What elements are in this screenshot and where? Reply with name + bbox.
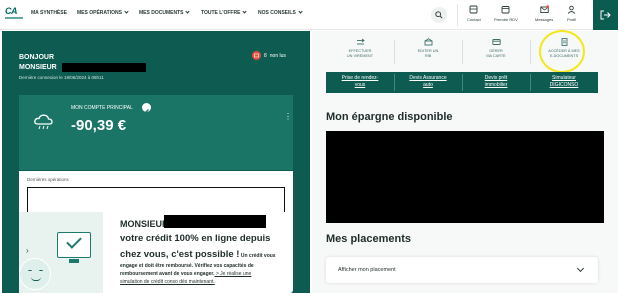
- divider: [457, 4, 458, 26]
- menu-item-operations[interactable]: MES OPÉRATIONS: [77, 9, 129, 16]
- redacted-name: [62, 63, 146, 72]
- redacted-name: [164, 215, 266, 228]
- logout-icon: [600, 10, 611, 20]
- left-panel: BONJOUR MONSIEUR Dernière connexion le 1…: [2, 31, 310, 293]
- promo-line-3: engage et doit être remboursé. Vérifiez …: [120, 263, 254, 269]
- chevron-down-icon: [576, 264, 585, 273]
- operations-title: Dernières opérations: [27, 177, 69, 182]
- transfer-icon: [356, 38, 365, 45]
- rib-action[interactable]: EDITER UN RIB: [394, 34, 462, 70]
- menu-item-conseils[interactable]: NOS CONSEILS: [258, 9, 303, 16]
- chevron-right-icon[interactable]: ›: [26, 246, 29, 255]
- top-navigation: CA MA SYNTHÈSE MES OPÉRATIONS MES DOCUME…: [0, 0, 618, 30]
- notification-icon: [252, 51, 261, 60]
- monitor-check-icon: [57, 232, 91, 258]
- promo-line-5[interactable]: simulation de crédit conso dès maintenan…: [120, 279, 215, 285]
- card-action[interactable]: GÉRER MA CARTE: [462, 34, 530, 70]
- menu-item-offre[interactable]: TOUTE L'OFFRE: [201, 9, 248, 16]
- credit-agricole-logo[interactable]: CA: [5, 6, 23, 19]
- last-connection: Dernière connexion le 19/06/2024 à 06h11: [19, 75, 104, 80]
- weather-cloud-icon: [34, 114, 53, 130]
- savings-content-redacted: [326, 131, 604, 223]
- promo-line-4: remboursement avant de vous engager. > J…: [120, 271, 252, 277]
- menu-item-documents[interactable]: MES DOCUMENTS: [139, 9, 191, 16]
- rdv-button[interactable]: Prendre RDV: [494, 5, 518, 22]
- menu-item-synthese[interactable]: MA SYNTHÈSE: [31, 10, 67, 16]
- account-balance: -90,39 €: [71, 117, 127, 134]
- search-icon: [435, 11, 443, 19]
- quick-links-bar: Prise de rendez-vous Devis Assurance auto…: [326, 72, 598, 93]
- link-devis-auto[interactable]: Devis Assurance auto: [394, 75, 462, 89]
- unread-count: 8: [264, 52, 267, 59]
- card-icon: [491, 39, 501, 45]
- promo-title: MONSIEUR: [120, 219, 169, 229]
- edit-icon[interactable]: [142, 103, 151, 114]
- show-placement-label: Afficher mon placement: [338, 267, 396, 273]
- chevron-down-icon: [185, 9, 191, 14]
- chevron-down-icon: [298, 9, 303, 14]
- transfer-action[interactable]: EFFECTUER UN VIREMENT: [326, 34, 394, 70]
- link-devis-immobilier[interactable]: Devis prêt immobilier: [462, 75, 530, 89]
- chevron-down-icon: [124, 9, 129, 14]
- user-icon: [567, 5, 576, 14]
- main-account-card[interactable]: MON COMPTE PRINCIPAL -90,39 € ⋮ Dernière…: [19, 95, 293, 231]
- messages-button[interactable]: Messages: [535, 5, 553, 22]
- account-header: MON COMPTE PRINCIPAL -90,39 € ⋮: [19, 95, 293, 170]
- highlight-circle: [539, 30, 585, 73]
- show-placement-button[interactable]: Afficher mon placement: [326, 257, 598, 283]
- greeting: BONJOUR MONSIEUR: [19, 54, 57, 71]
- promo-line-2: chez vous, c'est possible ! Un crédit vo…: [120, 249, 276, 260]
- profil-button[interactable]: Profil: [567, 5, 576, 22]
- unread-label: non lus: [269, 52, 286, 59]
- contact-button[interactable]: Contact: [467, 5, 481, 22]
- operations-list: [27, 187, 285, 215]
- logo-text: CA: [5, 6, 18, 16]
- chatbot-avatar[interactable]: [19, 258, 51, 290]
- link-rendez-vous[interactable]: Prise de rendez-vous: [326, 75, 394, 89]
- chevron-down-icon: [242, 9, 248, 14]
- account-name: MON COMPTE PRINCIPAL: [71, 105, 133, 111]
- rib-icon: [424, 38, 432, 46]
- credit-promo-card[interactable]: › MONSIEUR votre crédit 100% en ligne de…: [19, 212, 293, 293]
- calendar-icon: [501, 6, 510, 14]
- unread-messages-badge[interactable]: 8 non lus: [252, 51, 286, 60]
- link-digiconso[interactable]: Simulateur DIGICONSO: [530, 75, 598, 89]
- mail-icon: [539, 5, 549, 13]
- search-button[interactable]: [431, 7, 447, 23]
- promo-line-1: votre crédit 100% en ligne depuis: [120, 233, 271, 244]
- logout-button[interactable]: [593, 0, 618, 30]
- more-options-icon[interactable]: ⋮: [284, 113, 292, 121]
- contact-icon: [469, 5, 478, 14]
- savings-title: Mon épargne disponible: [326, 111, 453, 123]
- simulation-link[interactable]: > Je réalise une: [214, 271, 251, 277]
- placements-title: Mes placements: [326, 233, 411, 245]
